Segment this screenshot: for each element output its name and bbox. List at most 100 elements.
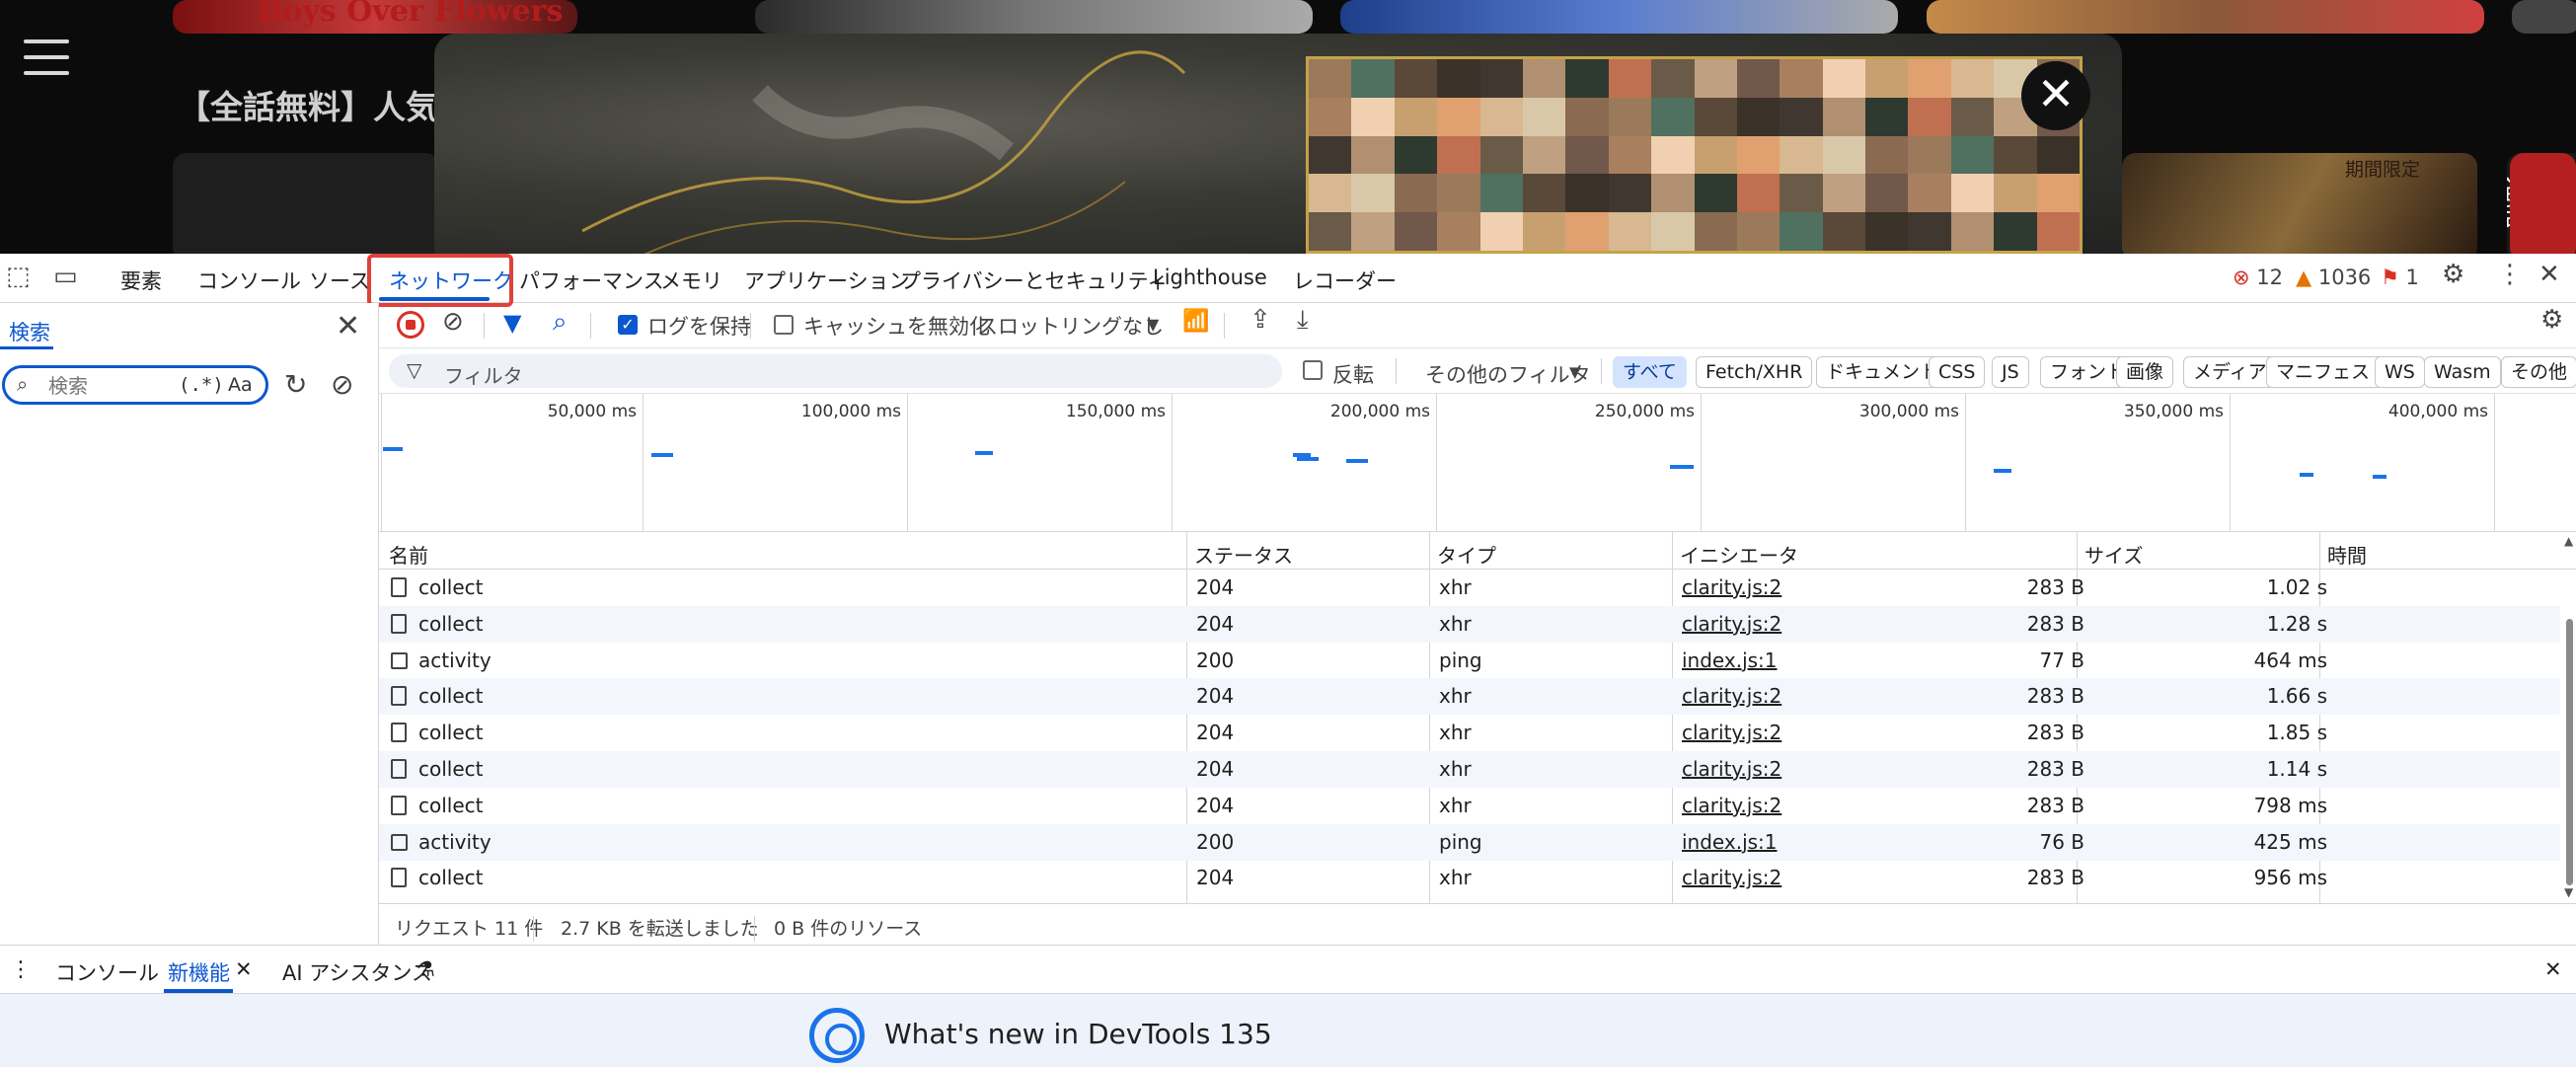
table-row[interactable]: collect 204 xhr clarity.js:2 283 B 1.14 s bbox=[379, 751, 2560, 788]
request-initiator[interactable]: clarity.js:2 bbox=[1682, 684, 1781, 708]
table-row[interactable]: collect 204 xhr clarity.js:2 283 B 1.02 s bbox=[379, 570, 2560, 606]
settings-gear-icon[interactable]: ⚙ bbox=[2442, 260, 2464, 289]
request-count: リクエスト 11 件 bbox=[395, 918, 544, 940]
column-name[interactable]: 名前 bbox=[389, 540, 428, 569]
banner-thumbnail[interactable]: Boys Over Flowers bbox=[173, 0, 577, 34]
filter-chip[interactable]: Fetch/XHR bbox=[1696, 356, 1813, 388]
refresh-icon[interactable]: ↻ bbox=[284, 368, 307, 401]
tab-application[interactable]: アプリケーション bbox=[744, 266, 910, 295]
filter-chip[interactable]: CSS bbox=[1929, 356, 1986, 388]
thumbnail-3[interactable] bbox=[1340, 0, 1898, 34]
close-tab-icon[interactable]: ✕ bbox=[235, 957, 253, 981]
request-initiator[interactable]: clarity.js:2 bbox=[1682, 575, 1781, 599]
modal-close-button[interactable]: ✕ bbox=[2021, 61, 2090, 130]
search-network-icon[interactable]: ⌕ bbox=[553, 307, 568, 338]
drawer-tab-whats-new[interactable]: 新機能 bbox=[168, 957, 230, 987]
request-initiator[interactable]: clarity.js:2 bbox=[1682, 866, 1781, 889]
invert-checkbox[interactable] bbox=[1303, 360, 1323, 380]
clear-network-log-icon[interactable]: ⊘ bbox=[442, 307, 464, 337]
column-type[interactable]: タイプ bbox=[1437, 540, 1496, 569]
table-row[interactable]: activity 200 ping index.js:1 77 B 464 ms bbox=[379, 643, 2560, 679]
filter-chip[interactable]: メディア bbox=[2183, 356, 2277, 388]
issue-count-badge[interactable]: ⚑ 1 bbox=[2381, 266, 2419, 289]
request-initiator[interactable]: clarity.js:2 bbox=[1682, 612, 1781, 636]
thumbnail-5[interactable] bbox=[2512, 0, 2576, 34]
more-options-icon[interactable]: ⋮ bbox=[2497, 260, 2523, 289]
request-initiator[interactable]: clarity.js:2 bbox=[1682, 757, 1781, 781]
table-row[interactable]: activity 200 ping index.js:1 76 B 425 ms bbox=[379, 823, 2560, 861]
thumbnail-2[interactable] bbox=[755, 0, 1313, 34]
tab-privacy-security[interactable]: プライバシーとセキュリティ bbox=[900, 266, 1168, 295]
import-har-icon[interactable]: ⇪ bbox=[1250, 305, 1271, 335]
match-case-button[interactable]: Aa bbox=[228, 374, 253, 396]
close-devtools-icon[interactable]: ✕ bbox=[2538, 260, 2560, 289]
clear-icon[interactable]: ⊘ bbox=[331, 368, 353, 401]
thumbnail-4[interactable] bbox=[1927, 0, 2484, 34]
scroll-down-icon[interactable]: ▼ bbox=[2564, 885, 2573, 899]
scrollbar-thumb[interactable] bbox=[2566, 619, 2573, 885]
pixel-block bbox=[1479, 135, 1523, 175]
filter-icon[interactable]: ▼ bbox=[503, 309, 521, 337]
table-row[interactable]: collect 204 xhr clarity.js:2 283 B 1.66 s bbox=[379, 678, 2560, 716]
request-initiator[interactable]: clarity.js:2 bbox=[1682, 721, 1781, 744]
chevron-down-icon[interactable]: ▼ bbox=[1147, 315, 1159, 334]
request-initiator[interactable]: index.js:1 bbox=[1682, 830, 1778, 854]
regex-toggle-button[interactable]: (.*) bbox=[179, 374, 224, 396]
network-timeline-overview[interactable]: 50,000 ms 100,000 ms 150,000 ms 200,000 ms 2… bbox=[379, 394, 2576, 532]
close-search-icon[interactable]: ✕ bbox=[336, 309, 360, 343]
tab-recorder[interactable]: レコーダー bbox=[1293, 266, 1397, 295]
close-drawer-icon[interactable]: ✕ bbox=[2544, 957, 2562, 981]
device-toolbar-icon[interactable]: ▭ bbox=[53, 262, 78, 291]
filter-input[interactable]: ▽ フィルタ bbox=[389, 354, 1282, 388]
tab-performance[interactable]: パフォーマンス bbox=[519, 266, 664, 295]
tab-console[interactable]: コンソール bbox=[197, 266, 301, 295]
table-row[interactable]: collect 204 xhr clarity.js:2 283 B 798 ms bbox=[379, 788, 2560, 824]
filter-chip[interactable]: その他 bbox=[2501, 356, 2576, 388]
filter-chip[interactable]: 画像 bbox=[2116, 356, 2174, 388]
column-status[interactable]: ステータス bbox=[1194, 540, 1293, 569]
filter-chip[interactable]: すべて bbox=[1613, 356, 1687, 388]
pixel-block bbox=[1822, 212, 1866, 251]
pixel-block bbox=[1351, 174, 1395, 213]
tab-sources[interactable]: ソース bbox=[309, 266, 370, 295]
thumbnail-row2-far[interactable] bbox=[2510, 153, 2576, 254]
column-size[interactable]: サイズ bbox=[2084, 540, 2143, 569]
throttling-select[interactable]: スロットリングなし bbox=[977, 311, 1164, 341]
more-filters-dropdown[interactable]: その他のフィルタ bbox=[1425, 359, 1591, 389]
inspect-element-icon[interactable]: ⬚ bbox=[6, 262, 31, 291]
drawer-tab-console[interactable]: コンソール bbox=[55, 957, 159, 987]
export-har-icon[interactable]: ⤓ bbox=[1297, 305, 1309, 336]
tab-elements[interactable]: 要素 bbox=[120, 266, 162, 295]
thumbnail-row2-1[interactable] bbox=[173, 153, 439, 254]
more-filters-chevron-icon[interactable]: ▼ bbox=[1569, 363, 1581, 381]
search-panel-title[interactable]: 検索 bbox=[9, 317, 50, 346]
requests-scrollbar[interactable]: ▲ ▼ bbox=[2562, 532, 2576, 903]
filter-chip[interactable]: Wasm bbox=[2424, 356, 2501, 388]
drawer-menu-icon[interactable]: ⋮ bbox=[10, 957, 32, 982]
request-initiator[interactable]: index.js:1 bbox=[1682, 648, 1778, 672]
column-initiator[interactable]: イニシエータ bbox=[1680, 540, 1798, 569]
network-conditions-icon[interactable]: 📶 bbox=[1182, 309, 1209, 334]
drawer-tab-ai-assistance[interactable]: AI アシスタンス bbox=[282, 957, 432, 987]
scroll-up-icon[interactable]: ▲ bbox=[2564, 534, 2573, 548]
network-settings-icon[interactable]: ⚙ bbox=[2540, 305, 2563, 335]
table-row[interactable]: collect 204 xhr clarity.js:2 283 B 1.28 s bbox=[379, 605, 2560, 643]
request-initiator[interactable]: clarity.js:2 bbox=[1682, 794, 1781, 817]
tab-lighthouse[interactable]: Lighthouse bbox=[1153, 266, 1267, 289]
tab-memory[interactable]: メモリ bbox=[660, 266, 722, 295]
column-time[interactable]: 時間 bbox=[2327, 540, 2367, 569]
filter-chip[interactable]: JS bbox=[1992, 356, 2029, 388]
pixel-block bbox=[1651, 59, 1695, 98]
warning-count-badge[interactable]: ▲ 1036 bbox=[2296, 266, 2371, 289]
preserve-log-checkbox[interactable]: ✓ bbox=[618, 315, 638, 335]
table-row[interactable]: collect 204 xhr clarity.js:2 283 B 956 ms bbox=[379, 860, 2560, 895]
filter-chip[interactable]: WS bbox=[2375, 356, 2425, 388]
search-input[interactable] bbox=[48, 374, 167, 398]
thumbnail-row2-right[interactable]: 期間限定 bbox=[2122, 153, 2477, 254]
request-name: collect bbox=[418, 611, 484, 636]
stop-recording-icon[interactable] bbox=[397, 311, 424, 339]
disable-cache-checkbox[interactable] bbox=[774, 315, 794, 335]
hamburger-menu-icon[interactable] bbox=[24, 39, 69, 75]
table-row[interactable]: collect 204 xhr clarity.js:2 283 B 1.85 s bbox=[379, 715, 2560, 751]
error-count-badge[interactable]: ⊗ 12 bbox=[2233, 266, 2283, 289]
